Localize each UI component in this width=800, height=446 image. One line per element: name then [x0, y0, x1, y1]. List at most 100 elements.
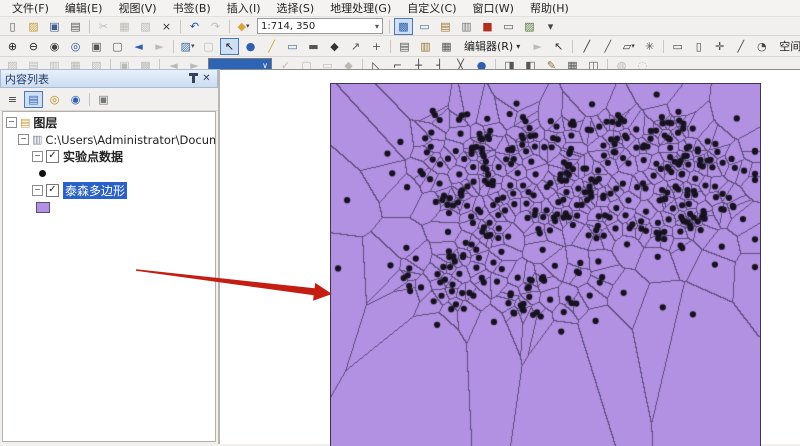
create-curve-tool[interactable]: ╱ — [598, 38, 617, 55]
python-window-button[interactable]: ▭ — [499, 18, 518, 35]
close-icon[interactable]: ✕ — [200, 72, 213, 85]
list-by-selection-button[interactable]: ◉ — [66, 91, 85, 108]
add-data-button[interactable]: ◆▾ — [234, 18, 253, 35]
menu-selection[interactable]: 选择(S) — [269, 0, 323, 17]
collapse-icon[interactable]: − — [6, 117, 17, 128]
save-button[interactable]: ▣ — [45, 18, 64, 35]
measure-tool[interactable]: ▬ — [304, 38, 323, 55]
menu-insert[interactable]: 插入(I) — [219, 0, 269, 17]
pin-icon[interactable] — [187, 72, 200, 85]
full-extent-tool[interactable]: ◎ — [66, 38, 85, 55]
toolbar-separator — [180, 20, 181, 33]
thiessen-polygon-map[interactable] — [330, 83, 761, 446]
print-button[interactable]: ▤ — [66, 18, 85, 35]
point-layer-label: 实验点数据 — [63, 148, 123, 165]
chevron-down-icon: ▾ — [246, 19, 250, 34]
select-features-tool[interactable]: ▨▾ — [178, 38, 197, 55]
spatial-adjustment-menu-button[interactable]: 空间校正(J) ▾ — [774, 37, 800, 55]
editor-menu-button[interactable]: 编辑器(R) ▾ — [459, 37, 525, 55]
snap-tool[interactable]: ✳ — [640, 38, 659, 55]
tree-item-geodatabase[interactable]: − ▥ C:\Users\Administrator\Documents\Arc… — [3, 131, 215, 148]
menu-view[interactable]: 视图(V) — [110, 0, 164, 17]
search-dock-button[interactable]: ▦ — [437, 38, 456, 55]
edit-arrow-tool[interactable]: ↖ — [549, 38, 568, 55]
geodatabase-icon: ▥ — [32, 133, 42, 146]
delete-button[interactable]: × — [157, 18, 176, 35]
cut-polygon-tool[interactable]: ╱ — [731, 38, 750, 55]
zoom-in-tool[interactable]: ⊕ — [3, 38, 22, 55]
chevron-down-icon: ▾ — [516, 42, 520, 51]
trim-tool[interactable]: ▯ — [689, 38, 708, 55]
tree-item-point-layer[interactable]: − ✓ 实验点数据 — [3, 148, 215, 165]
toolbar-separator — [389, 20, 390, 33]
search-window-button[interactable]: ▥ — [457, 18, 476, 35]
fixed-zoom-out-tool[interactable]: ▢ — [108, 38, 127, 55]
polygon-layer-label: 泰森多边形 — [63, 182, 127, 199]
polygon-symbol[interactable] — [36, 202, 50, 213]
menu-edit[interactable]: 编辑(E) — [57, 0, 111, 17]
scale-combobox[interactable]: 1:714, 350 ▾ — [257, 18, 383, 34]
toolbar-separator — [89, 93, 90, 106]
move-tool[interactable]: ✛ — [710, 38, 729, 55]
select-elements-tool[interactable]: ↖ — [220, 38, 239, 55]
pan-tool[interactable]: ◉ — [45, 38, 64, 55]
tree-item-layers[interactable]: − ▤ 图层 — [3, 114, 215, 131]
chevron-down-icon: ▾ — [631, 39, 635, 54]
point-symbol[interactable] — [39, 170, 46, 177]
copy-button: ▦ — [115, 18, 134, 35]
editor-toolbar-toggle[interactable]: ▩ — [394, 18, 413, 35]
menu-windows[interactable]: 窗口(W) — [465, 0, 522, 17]
chevron-down-icon: ▾ — [191, 39, 195, 54]
toc-panel-header: 内容列表 ✕ — [0, 69, 218, 88]
menu-file[interactable]: 文件(F) — [4, 0, 57, 17]
split-tool[interactable]: ▭ — [668, 38, 687, 55]
undo-button[interactable]: ↶ — [185, 18, 204, 35]
open-document-button[interactable]: ▨ — [24, 18, 43, 35]
tools-toolbar: ⊕⊖◉◎▣▢◄►▨▾▢↖●╱▭▬◆↗+▤▥▦ 编辑器(R) ▾ ►↖╱╱▱▾✳▭… — [0, 36, 800, 57]
fixed-zoom-in-tool[interactable]: ▣ — [87, 38, 106, 55]
toolbar-separator — [229, 20, 230, 33]
menu-customize[interactable]: 自定义(C) — [399, 0, 464, 17]
catalog-window-button[interactable]: ▤ — [436, 18, 455, 35]
cut-button: ✂ — [94, 18, 113, 35]
create-line-tool[interactable]: ╱ — [577, 38, 596, 55]
visibility-checkbox[interactable]: ✓ — [46, 150, 59, 163]
collapse-icon[interactable]: − — [32, 151, 43, 162]
menu-help[interactable]: 帮助(H) — [522, 0, 577, 17]
catalog-dock-button[interactable]: ▥ — [416, 38, 435, 55]
collapse-icon[interactable]: − — [18, 134, 29, 145]
tree-item-polygon-layer[interactable]: − ✓ 泰森多边形 — [3, 182, 215, 199]
standard-overflow-button[interactable]: ▾ — [541, 18, 560, 35]
zoom-out-tool[interactable]: ⊖ — [24, 38, 43, 55]
hyperlink-tool[interactable]: ╱ — [262, 38, 281, 55]
arcmap-window: 文件(F)编辑(E)视图(V)书签(B)插入(I)选择(S)地理处理(G)自定义… — [0, 0, 800, 444]
list-by-visibility-button[interactable]: ◎ — [45, 91, 64, 108]
arctoolbox-button[interactable]: ■ — [478, 18, 497, 35]
list-by-drawing-order-button[interactable]: ≡ — [3, 91, 22, 108]
toc-dock-button[interactable]: ▤ — [395, 38, 414, 55]
html-popup-tool[interactable]: ▭ — [283, 38, 302, 55]
table-of-contents-button[interactable]: ▭ — [415, 18, 434, 35]
menu-bar: 文件(F)编辑(E)视图(V)书签(B)插入(I)选择(S)地理处理(G)自定义… — [0, 0, 800, 17]
clear-selection-button: ▢ — [199, 38, 218, 55]
main-area: 内容列表 ✕ ≡▤◎◉▣ − ▤ 图层 − ▥ C:\Users\Adminis… — [0, 69, 800, 444]
toc-options-button[interactable]: ▣ — [94, 91, 113, 108]
find-route-tool[interactable]: ↗ — [346, 38, 365, 55]
list-by-source-button[interactable]: ▤ — [24, 91, 43, 108]
identify-tool[interactable]: ● — [241, 38, 260, 55]
new-document-button[interactable]: ▯ — [3, 18, 22, 35]
map-document-area[interactable] — [220, 69, 800, 444]
find-tool[interactable]: ◆ — [325, 38, 344, 55]
rotate-tool[interactable]: ◔ — [752, 38, 771, 55]
menu-bookmarks[interactable]: 书签(B) — [165, 0, 219, 17]
previous-extent-tool[interactable]: ◄ — [129, 38, 148, 55]
menu-geoprocessing[interactable]: 地理处理(G) — [322, 0, 399, 17]
modelbuilder-button[interactable]: ▨ — [520, 18, 539, 35]
visibility-checkbox[interactable]: ✓ — [46, 184, 59, 197]
create-shape-tool[interactable]: ▱▾ — [619, 38, 638, 55]
collapse-icon[interactable]: − — [32, 185, 43, 196]
data-frame-icon: ▤ — [20, 116, 30, 129]
next-extent-tool: ► — [150, 38, 169, 55]
go-to-xy-tool[interactable]: + — [367, 38, 386, 55]
toolbar-separator — [390, 40, 391, 53]
